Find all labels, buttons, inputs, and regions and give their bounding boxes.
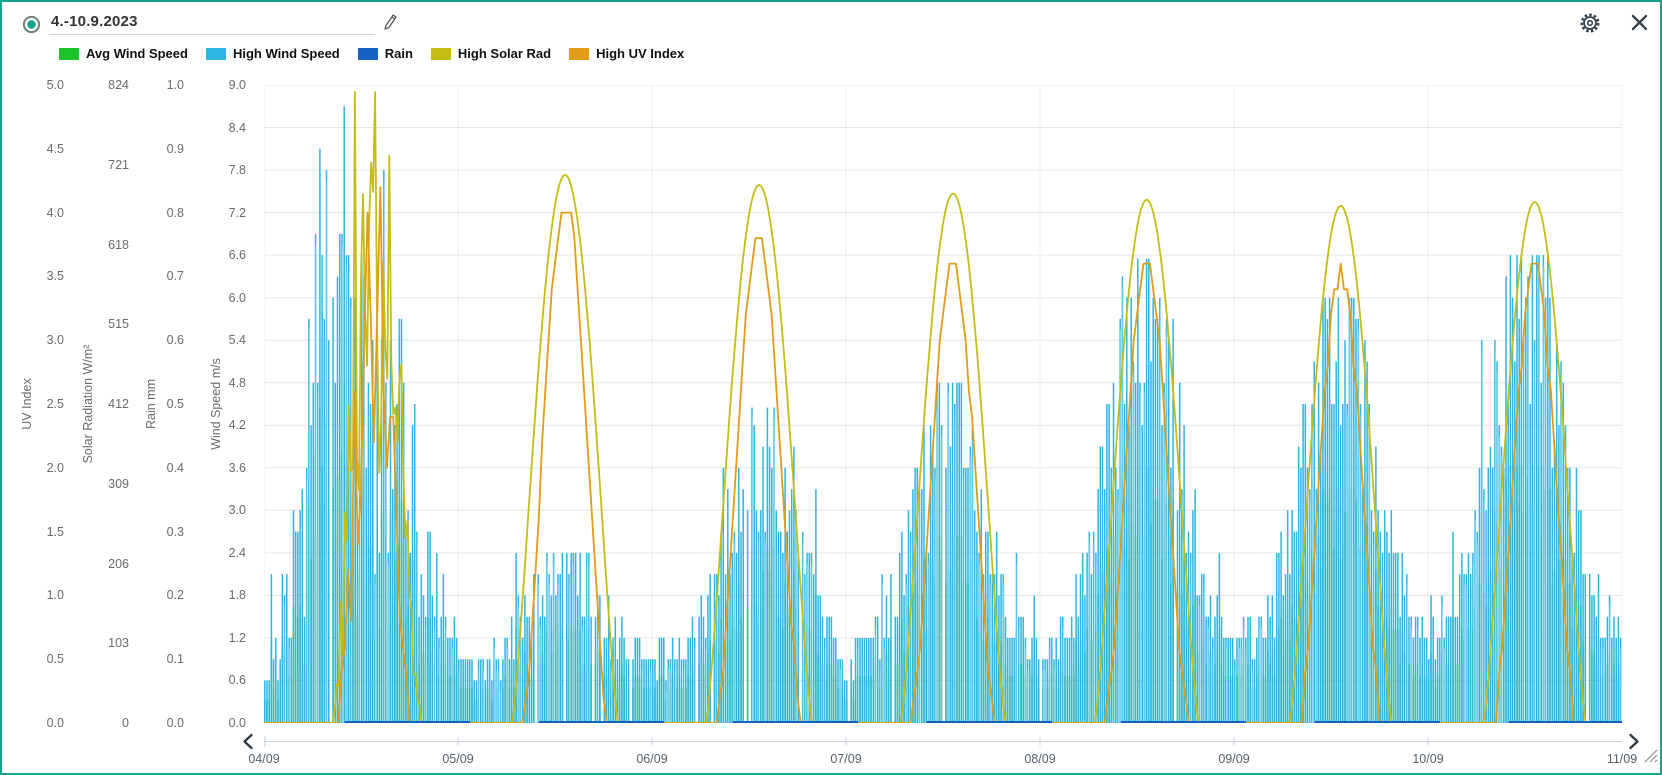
- prev-page-button[interactable]: [242, 733, 254, 750]
- x-tick-label: 06/09: [612, 752, 692, 766]
- rain-tick-label: 0.4: [134, 460, 184, 476]
- solar-tick-label: 206: [79, 556, 129, 572]
- x-tick-label: 05/09: [418, 752, 498, 766]
- x-tick-label: 10/09: [1388, 752, 1468, 766]
- rain-tick-label: 0.8: [134, 205, 184, 221]
- rain-tick-label: 1.0: [134, 77, 184, 93]
- time-scrollbar[interactable]: [264, 733, 1622, 751]
- solar-tick-label: 515: [79, 316, 129, 332]
- high-wind-speed-bars: [265, 106, 1621, 723]
- wind-tick-label: 2.4: [196, 545, 246, 561]
- solar-tick-label: 0: [79, 715, 129, 731]
- x-tick-label: 08/09: [1000, 752, 1080, 766]
- rain-tick-label: 0.0: [134, 715, 184, 731]
- uv-tick-label: 0.5: [14, 651, 64, 667]
- rain-tick-label: 0.5: [134, 396, 184, 412]
- wind-tick-label: 5.4: [196, 332, 246, 348]
- solar-tick-label: 721: [79, 157, 129, 173]
- next-page-button[interactable]: [1628, 733, 1640, 750]
- x-tick-label: 07/09: [806, 752, 886, 766]
- rain-tick-label: 0.3: [134, 524, 184, 540]
- wind-tick-label: 4.8: [196, 375, 246, 391]
- rain-tick-label: 0.9: [134, 141, 184, 157]
- uv-tick-label: 2.0: [14, 460, 64, 476]
- wind-tick-label: 0.6: [196, 672, 246, 688]
- solar-tick-label: 103: [79, 635, 129, 651]
- rain-tick-label: 0.7: [134, 268, 184, 284]
- rain-tick-label: 0.1: [134, 651, 184, 667]
- uv-tick-label: 0.0: [14, 715, 64, 731]
- prev-chevron-icon: [242, 733, 254, 750]
- weather-station-window: 4.-10.9.2023 Avg Wind SpeedHigh Wind Spe…: [0, 0, 1662, 775]
- x-tick-label: 09/09: [1194, 752, 1274, 766]
- uv-tick-label: 3.0: [14, 332, 64, 348]
- solar-tick-label: 618: [79, 237, 129, 253]
- wind-tick-label: 1.2: [196, 630, 246, 646]
- next-chevron-icon: [1628, 733, 1640, 750]
- uv-tick-label: 3.5: [14, 268, 64, 284]
- wind-tick-label: 3.0: [196, 502, 246, 518]
- chart-area: UV Index Solar Radiation W/m² Rain mm Wi…: [2, 2, 1662, 775]
- wind-tick-label: 9.0: [196, 77, 246, 93]
- uv-tick-label: 1.0: [14, 587, 64, 603]
- wind-tick-label: 7.8: [196, 162, 246, 178]
- solar-tick-label: 309: [79, 476, 129, 492]
- wind-tick-label: 1.8: [196, 587, 246, 603]
- plot-canvas[interactable]: [264, 85, 1622, 723]
- wind-tick-label: 4.2: [196, 417, 246, 433]
- rain-tick-label: 0.2: [134, 587, 184, 603]
- wind-tick-label: 6.6: [196, 247, 246, 263]
- wind-tick-label: 3.6: [196, 460, 246, 476]
- x-tick-label: 11/09: [1582, 752, 1662, 766]
- wind-axis-title: Wind Speed m/s: [209, 284, 227, 524]
- wind-tick-label: 6.0: [196, 290, 246, 306]
- solar-tick-label: 412: [79, 396, 129, 412]
- uv-tick-label: 4.5: [14, 141, 64, 157]
- wind-tick-label: 8.4: [196, 120, 246, 136]
- x-tick-label: 04/09: [224, 752, 304, 766]
- uv-tick-label: 5.0: [14, 77, 64, 93]
- wind-tick-label: 0.0: [196, 715, 246, 731]
- uv-tick-label: 1.5: [14, 524, 64, 540]
- wind-tick-label: 7.2: [196, 205, 246, 221]
- solar-tick-label: 824: [79, 77, 129, 93]
- uv-tick-label: 2.5: [14, 396, 64, 412]
- uv-tick-label: 4.0: [14, 205, 64, 221]
- rain-tick-label: 0.6: [134, 332, 184, 348]
